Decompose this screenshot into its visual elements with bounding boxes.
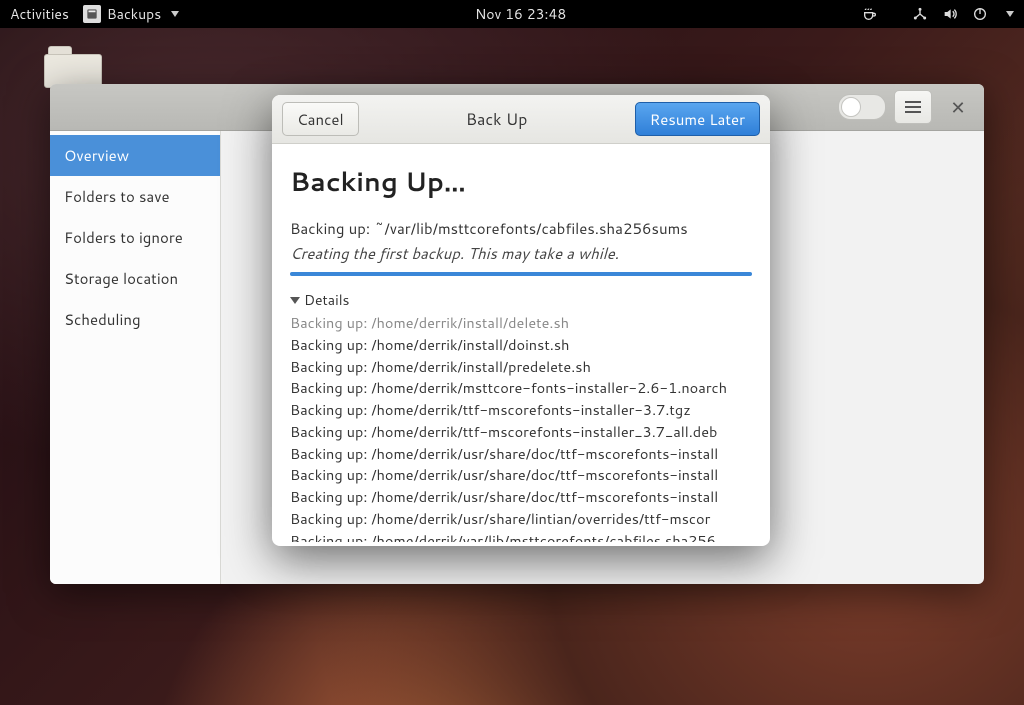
log-line: Backing up: /home/derrik/usr/share/doc/t… bbox=[290, 486, 752, 508]
window-close-button[interactable]: ✕ bbox=[940, 91, 976, 123]
app-menu[interactable]: Backups bbox=[83, 4, 179, 24]
cancel-button[interactable]: Cancel bbox=[282, 102, 359, 136]
activities-button[interactable]: Activities bbox=[10, 4, 69, 24]
dialog-header: Cancel Back Up Resume Later bbox=[272, 95, 770, 144]
log-line: Backing up: /home/derrik/install/delete.… bbox=[290, 312, 752, 334]
network-icon bbox=[912, 6, 928, 22]
system-status-area[interactable] bbox=[862, 6, 1014, 22]
sidebar: OverviewFolders to saveFolders to ignore… bbox=[50, 131, 221, 584]
hamburger-menu-button[interactable] bbox=[894, 90, 932, 124]
gnome-top-bar: Activities Backups Nov 16 23:48 bbox=[0, 0, 1024, 28]
details-expander[interactable]: Details bbox=[290, 290, 752, 310]
dialog-title: Back Up bbox=[466, 108, 528, 131]
sidebar-item-scheduling[interactable]: Scheduling bbox=[50, 299, 220, 340]
log-line: Backing up: /home/derrik/var/lib/msttcor… bbox=[290, 530, 752, 543]
log-line: Backing up: /home/derrik/ttf-mscorefonts… bbox=[290, 399, 752, 421]
resume-later-button[interactable]: Resume Later bbox=[635, 102, 760, 136]
power-icon bbox=[972, 6, 988, 22]
log-line: Backing up: /home/derrik/usr/share/doc/t… bbox=[290, 443, 752, 465]
volume-icon bbox=[942, 6, 958, 22]
chevron-down-icon bbox=[171, 11, 179, 17]
desktop-folder-icon[interactable] bbox=[44, 46, 102, 88]
details-label: Details bbox=[304, 290, 350, 310]
log-line: Backing up: /home/derrik/msttcore-fonts-… bbox=[290, 377, 752, 399]
clock[interactable]: Nov 16 23:48 bbox=[179, 4, 862, 24]
auto-backup-toggle[interactable] bbox=[838, 94, 886, 120]
app-menu-label: Backups bbox=[107, 4, 161, 24]
sidebar-item-folders-to-save[interactable]: Folders to save bbox=[50, 176, 220, 217]
dialog-heading: Backing Up… bbox=[290, 164, 752, 200]
log-line: Backing up: /home/derrik/ttf-mscorefonts… bbox=[290, 421, 752, 443]
hamburger-icon bbox=[905, 101, 921, 113]
sidebar-item-storage-location[interactable]: Storage location bbox=[50, 258, 220, 299]
coffee-icon bbox=[862, 6, 878, 22]
current-file-line: Backing up: ~/var/lib/msttcorefonts/cabf… bbox=[290, 218, 752, 239]
backups-app-icon bbox=[83, 5, 101, 23]
log-line: Backing up: /home/derrik/install/predele… bbox=[290, 356, 752, 378]
progress-bar bbox=[290, 272, 752, 276]
sidebar-item-overview[interactable]: Overview bbox=[50, 135, 220, 176]
chevron-down-icon bbox=[1006, 11, 1014, 17]
log-line: Backing up: /home/derrik/usr/share/linti… bbox=[290, 508, 752, 530]
backup-log: Backing up: /home/derrik/install/delete.… bbox=[290, 312, 752, 542]
close-icon: ✕ bbox=[950, 94, 965, 120]
log-line: Backing up: /home/derrik/install/doinst.… bbox=[290, 334, 752, 356]
sidebar-item-folders-to-ignore[interactable]: Folders to ignore bbox=[50, 217, 220, 258]
backup-progress-dialog: Cancel Back Up Resume Later Backing Up… … bbox=[272, 95, 770, 546]
log-line: Backing up: /home/derrik/usr/share/doc/t… bbox=[290, 464, 752, 486]
status-subline: Creating the first backup. This may take… bbox=[290, 243, 752, 264]
chevron-down-icon bbox=[290, 297, 300, 304]
